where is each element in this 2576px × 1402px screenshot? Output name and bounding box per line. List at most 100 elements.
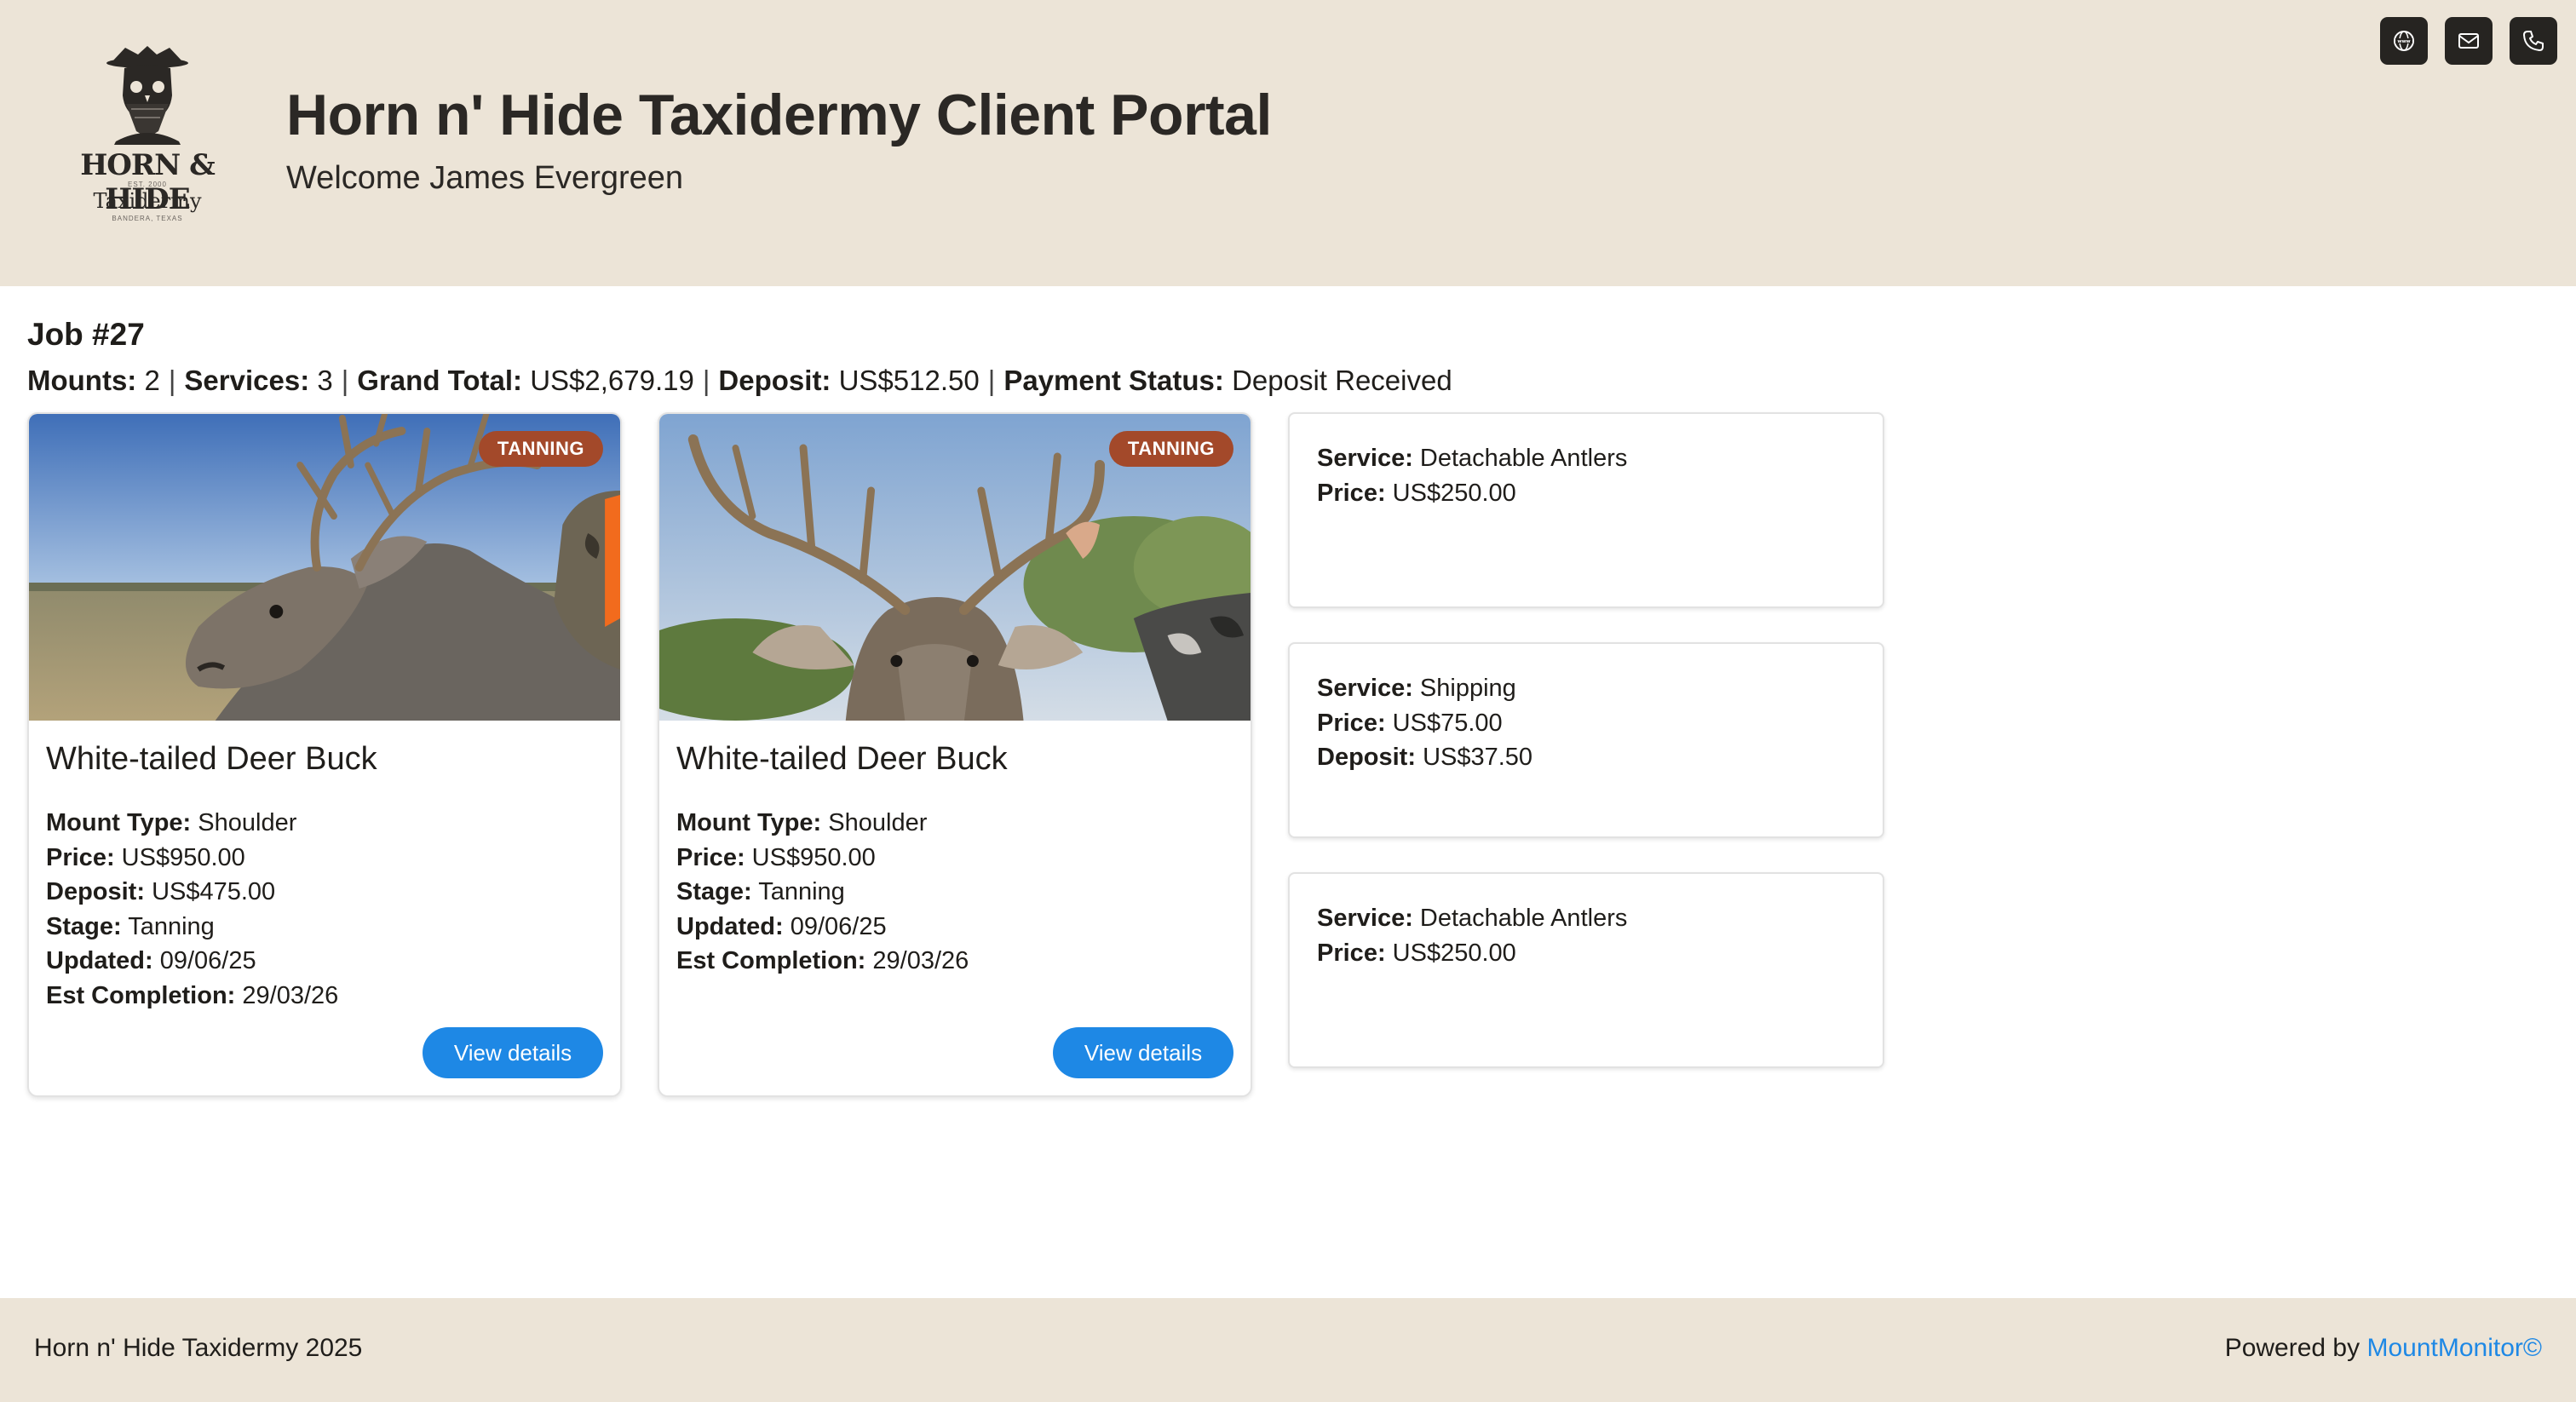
footer: Horn n' Hide Taxidermy 2025 Powered by M… <box>0 1298 2576 1402</box>
stage-label: Stage: <box>46 912 122 940</box>
est-completion-row: Est Completion: 29/03/26 <box>676 944 969 979</box>
divider: | <box>341 365 349 396</box>
view-details-button[interactable]: View details <box>423 1027 603 1078</box>
service-value: Shipping <box>1419 675 1516 702</box>
mount-name: White-tailed Deer Buck <box>46 741 377 777</box>
mount-type-row: Mount Type: Shoulder <box>46 806 338 841</box>
header: HORN & HIDE EST. 2000 Taxidermy BANDERA,… <box>0 0 2576 286</box>
mount-type-value: Shoulder <box>198 809 297 836</box>
service-label: Service: <box>1317 445 1413 472</box>
mail-icon <box>2458 33 2479 49</box>
page-title: Horn n' Hide Taxidermy Client Portal <box>286 83 1272 147</box>
service-label: Service: <box>1317 675 1413 702</box>
grand-total-label: Grand Total: <box>357 365 523 396</box>
stage-label: Stage: <box>676 878 752 905</box>
price-value: US$250.00 <box>1392 479 1516 507</box>
service-value: Detachable Antlers <box>1419 905 1628 932</box>
mount-type-row: Mount Type: Shoulder <box>676 806 969 841</box>
divider: | <box>168 365 176 396</box>
price-row: Price: US$950.00 <box>676 841 969 876</box>
deposit-row: Deposit: US$37.50 <box>1317 740 1855 775</box>
payment-status-label: Payment Status: <box>1003 365 1224 396</box>
divider: | <box>987 365 996 396</box>
stage-row: Stage: Tanning <box>46 910 338 945</box>
logo-location: BANDERA, TEXAS <box>112 215 183 222</box>
price-label: Price: <box>1317 709 1386 737</box>
contact-icons: www <box>2380 17 2557 65</box>
deposit-label: Deposit: <box>1317 744 1416 771</box>
services-count: 3 <box>317 365 333 396</box>
mount-card: TANNING White-tailed Deer Buck Mount Typ… <box>658 412 1252 1097</box>
svg-text:www: www <box>2397 39 2410 44</box>
mount-type-value: Shoulder <box>828 809 928 836</box>
price-value: US$75.00 <box>1392 709 1503 737</box>
price-value: US$950.00 <box>121 843 245 871</box>
service-card: Service: Detachable Antlers Price: US$25… <box>1288 872 1884 1068</box>
service-card: Service: Shipping Price: US$75.00 Deposi… <box>1288 642 1884 838</box>
mount-type-label: Mount Type: <box>676 809 822 836</box>
mount-type-label: Mount Type: <box>46 809 192 836</box>
job-summary: Mounts: 2 | Services: 3 | Grand Total: US$2,… <box>27 365 1452 397</box>
price-row: Price: US$75.00 <box>1317 706 1855 741</box>
price-label: Price: <box>46 843 115 871</box>
company-logo: HORN & HIDE EST. 2000 Taxidermy BANDERA,… <box>53 43 242 230</box>
phone-icon <box>2523 31 2544 51</box>
service-row: Service: Detachable Antlers <box>1317 901 1855 936</box>
est-completion-value: 29/03/26 <box>872 947 969 974</box>
stage-value: Tanning <box>128 912 215 940</box>
phone-button[interactable] <box>2510 17 2557 65</box>
service-card: Service: Detachable Antlers Price: US$25… <box>1288 412 1884 608</box>
updated-value: 09/06/25 <box>790 912 887 940</box>
mounts-label: Mounts: <box>27 365 137 396</box>
service-row: Service: Detachable Antlers <box>1317 441 1855 476</box>
mount-details: Mount Type: Shoulder Price: US$950.00 De… <box>46 806 338 1013</box>
stage-badge: TANNING <box>478 431 603 467</box>
price-value: US$250.00 <box>1392 939 1516 967</box>
updated-value: 09/06/25 <box>159 947 256 974</box>
service-label: Service: <box>1317 905 1413 932</box>
updated-row: Updated: 09/06/25 <box>46 944 338 979</box>
price-row: Price: US$250.00 <box>1317 476 1855 511</box>
welcome-message: Welcome James Evergreen <box>286 160 684 196</box>
service-row: Service: Shipping <box>1317 671 1855 706</box>
www-icon: www <box>2394 31 2414 51</box>
deposit-label: Deposit: <box>718 365 831 396</box>
deposit-row: Deposit: US$475.00 <box>46 875 338 910</box>
stage-row: Stage: Tanning <box>676 875 969 910</box>
logo-subtitle: Taxidermy <box>93 189 202 213</box>
payment-status-value: Deposit Received <box>1232 365 1452 396</box>
deposit-label: Deposit: <box>46 878 145 905</box>
email-button[interactable] <box>2445 17 2493 65</box>
price-label: Price: <box>1317 939 1386 967</box>
deposit-value: US$475.00 <box>152 878 276 905</box>
price-value: US$950.00 <box>751 843 876 871</box>
updated-row: Updated: 09/06/25 <box>676 910 969 945</box>
services-label: Services: <box>184 365 310 396</box>
mount-card: TANNING White-tailed Deer Buck Mount Typ… <box>27 412 622 1097</box>
deposit-value: US$512.50 <box>838 365 980 396</box>
stage-value: Tanning <box>758 878 845 905</box>
footer-copyright: Horn n' Hide Taxidermy 2025 <box>34 1334 363 1362</box>
price-label: Price: <box>676 843 745 871</box>
service-value: Detachable Antlers <box>1419 445 1628 472</box>
stage-badge: TANNING <box>1108 431 1233 467</box>
est-completion-row: Est Completion: 29/03/26 <box>46 979 338 1014</box>
updated-label: Updated: <box>46 947 153 974</box>
price-label: Price: <box>1317 479 1386 507</box>
mountmonitor-link[interactable]: MountMonitor© <box>2366 1334 2542 1362</box>
job-title: Job #27 <box>27 317 145 352</box>
est-completion-label: Est Completion: <box>676 947 866 974</box>
mount-name: White-tailed Deer Buck <box>676 741 1008 777</box>
updated-label: Updated: <box>676 912 784 940</box>
mounts-count: 2 <box>144 365 160 396</box>
grand-total-value: US$2,679.19 <box>530 365 694 396</box>
website-button[interactable]: www <box>2380 17 2428 65</box>
deposit-value: US$37.50 <box>1423 744 1533 771</box>
est-completion-value: 29/03/26 <box>242 981 339 1009</box>
price-row: Price: US$950.00 <box>46 841 338 876</box>
price-row: Price: US$250.00 <box>1317 936 1855 971</box>
mount-details: Mount Type: Shoulder Price: US$950.00 St… <box>676 806 969 979</box>
view-details-button[interactable]: View details <box>1053 1027 1233 1078</box>
powered-by-text: Powered by <box>2224 1334 2360 1362</box>
footer-powered-by: Powered by MountMonitor© <box>2225 1334 2542 1363</box>
